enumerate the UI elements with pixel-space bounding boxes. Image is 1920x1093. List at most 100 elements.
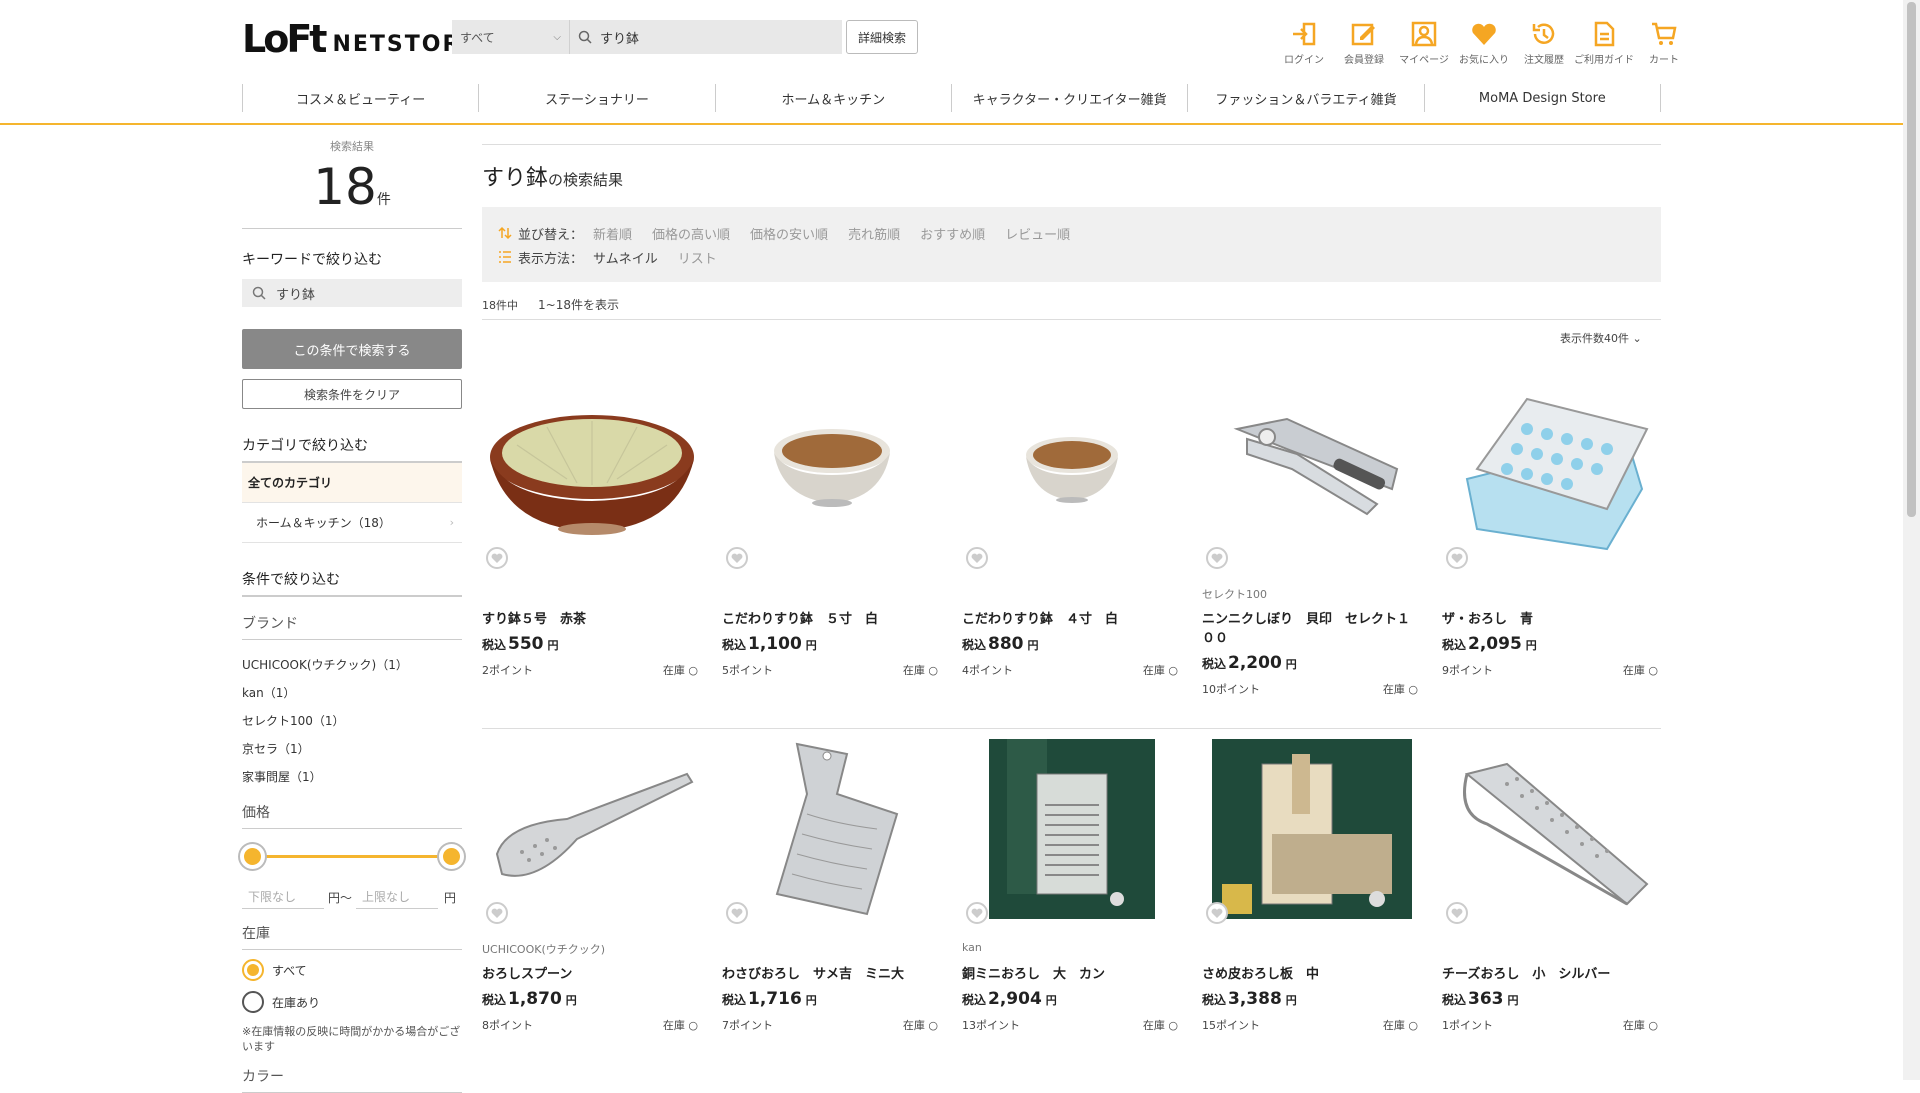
tax-label: 税込 xyxy=(482,993,507,1007)
wasabi-grater-image xyxy=(775,742,899,916)
product-image[interactable] xyxy=(1442,729,1662,929)
favorite-button[interactable] xyxy=(1446,902,1468,924)
nav-character[interactable]: キャラクター・クリエイター雑貨 xyxy=(952,84,1189,112)
price-value: 363 xyxy=(1468,989,1504,1009)
product-image[interactable] xyxy=(962,729,1182,929)
per-page-select[interactable]: 表示件数40件 ⌄ xyxy=(1560,330,1642,346)
search-input[interactable]: すり鉢 xyxy=(570,20,842,54)
site-logo[interactable]: LoFt NETSTORE xyxy=(242,20,478,58)
product-image[interactable] xyxy=(722,374,942,574)
sort-price-high[interactable]: 価格の高い順 xyxy=(652,224,730,243)
sort-recommended[interactable]: おすすめ順 xyxy=(920,224,985,243)
price-min-handle[interactable] xyxy=(240,844,265,869)
sort-newest[interactable]: 新着順 xyxy=(593,224,632,243)
sort-price-low[interactable]: 価格の安い順 xyxy=(750,224,828,243)
guide-link[interactable]: ご利用ガイド xyxy=(1574,20,1634,66)
product-points: 13ポイント xyxy=(962,1019,1020,1032)
product-image[interactable] xyxy=(1202,374,1422,574)
order-history-link[interactable]: 注文履歴 xyxy=(1514,20,1574,66)
product-image[interactable] xyxy=(482,374,702,574)
product-image[interactable] xyxy=(1202,729,1422,929)
brand-option[interactable]: セレクト100（1） xyxy=(242,706,462,734)
product-card[interactable]: チーズおろし 小 シルバー 税込 363 円 1ポイント 在庫 ○ xyxy=(1442,729,1662,1073)
product-card[interactable]: UCHICOOK(ウチクック) おろしスプーン 税込 1,870 円 8ポイント 在庫… xyxy=(482,729,702,1073)
product-name[interactable]: さめ皮おろし板 中 xyxy=(1202,963,1422,982)
tax-label: 税込 xyxy=(1442,638,1467,652)
filter-search-button[interactable]: この条件で検索する xyxy=(242,329,462,369)
category-all[interactable]: 全てのカテゴリ xyxy=(242,463,462,503)
history-icon xyxy=(1532,23,1555,44)
price-min-input[interactable]: 下限なし xyxy=(242,885,324,909)
mypage-link[interactable]: マイページ xyxy=(1394,20,1454,66)
login-label: ログイン xyxy=(1284,55,1324,66)
favorite-button[interactable] xyxy=(726,547,748,569)
product-card[interactable]: すり鉢５号 赤茶 税込 550 円 2ポイント 在庫 ○ xyxy=(482,374,702,719)
brand-option[interactable]: UCHICOOK(ウチクック)（1） xyxy=(242,650,462,678)
nav-cosme[interactable]: コスメ＆ビューティー xyxy=(243,84,480,112)
register-link[interactable]: 会員登録 xyxy=(1334,20,1394,66)
product-name[interactable]: ザ・おろし 青 xyxy=(1442,608,1662,627)
search-category-select[interactable]: すべて ⌵ xyxy=(452,20,570,54)
nav-moma[interactable]: MoMA Design Store xyxy=(1425,84,1661,112)
product-image[interactable] xyxy=(722,729,942,929)
stock-status: 在庫 ○ xyxy=(1382,1019,1418,1032)
keyword-input[interactable]: すり鉢 xyxy=(242,279,462,307)
favorite-button[interactable] xyxy=(966,902,988,924)
product-card[interactable]: さめ皮おろし板 中 税込 3,388 円 15ポイント 在庫 ○ xyxy=(1202,729,1422,1073)
product-card[interactable]: ザ・おろし 青 税込 2,095 円 9ポイント 在庫 ○ xyxy=(1442,374,1662,719)
product-card[interactable]: kan 銅ミニおろし 大 カン 税込 2,904 円 13ポイント 在庫 ○ xyxy=(962,729,1182,1073)
product-image[interactable] xyxy=(962,374,1182,574)
product-name[interactable]: こだわりすり鉢 ４寸 白 xyxy=(962,608,1182,627)
result-label: 検索結果 xyxy=(330,140,374,153)
stock-all-radio[interactable]: すべて xyxy=(242,954,462,986)
product-name[interactable]: わさびおろし サメ吉 ミニ大 xyxy=(722,963,942,982)
product-image[interactable] xyxy=(1442,374,1662,574)
login-link[interactable]: ログイン xyxy=(1274,20,1334,66)
product-image[interactable] xyxy=(482,729,702,929)
favorite-button[interactable] xyxy=(486,547,508,569)
sort-best-selling[interactable]: 売れ筋順 xyxy=(848,224,900,243)
product-name[interactable]: こだわりすり鉢 ５寸 白 xyxy=(722,608,942,627)
product-card[interactable]: こだわりすり鉢 ５寸 白 税込 1,100 円 5ポイント 在庫 ○ xyxy=(722,374,942,719)
brand-filter-title: ブランド xyxy=(242,613,462,640)
nav-stationery[interactable]: ステーショナリー xyxy=(479,84,716,112)
category-home-kitchen[interactable]: ホーム＆キッチン（18） › xyxy=(242,503,462,543)
product-meta: 7ポイント 在庫 ○ xyxy=(722,1017,942,1033)
tax-label: 税込 xyxy=(962,638,987,652)
favorites-link[interactable]: お気に入り xyxy=(1454,20,1514,66)
price-max-handle[interactable] xyxy=(439,844,464,869)
favorite-button[interactable] xyxy=(1446,547,1468,569)
favorite-button[interactable] xyxy=(1206,902,1228,924)
product-card[interactable]: こだわりすり鉢 ４寸 白 税込 880 円 4ポイント 在庫 ○ xyxy=(962,374,1182,719)
sort-review[interactable]: レビュー順 xyxy=(1005,224,1070,243)
detail-search-button[interactable]: 詳細検索 xyxy=(846,20,918,54)
page-scrollbar[interactable] xyxy=(1903,0,1920,1080)
view-thumbnail[interactable]: サムネイル xyxy=(593,248,658,267)
product-name[interactable]: 銅ミニおろし 大 カン xyxy=(962,963,1182,982)
product-name[interactable]: おろしスプーン xyxy=(482,963,702,982)
cart-label: カート xyxy=(1649,55,1679,66)
brand-option[interactable]: kan（1） xyxy=(242,678,462,706)
cart-link[interactable]: カート xyxy=(1634,20,1694,66)
nav-home-kitchen[interactable]: ホーム＆キッチン xyxy=(716,84,952,112)
title-query: すり鉢 xyxy=(482,166,549,191)
product-name[interactable]: すり鉢５号 赤茶 xyxy=(482,608,702,627)
favorite-button[interactable] xyxy=(966,547,988,569)
price-slider[interactable] xyxy=(240,841,464,871)
view-list[interactable]: リスト xyxy=(678,248,717,267)
product-card[interactable]: わさびおろし サメ吉 ミニ大 税込 1,716 円 7ポイント 在庫 ○ xyxy=(722,729,942,1073)
favorite-button[interactable] xyxy=(1206,547,1228,569)
product-name[interactable]: ニンニクしぼり 貝印 セレクト１００ xyxy=(1202,608,1422,646)
clear-filter-button[interactable]: 検索条件をクリア xyxy=(242,379,462,409)
nav-fashion[interactable]: ファッション＆バラエティ雑貨 xyxy=(1188,84,1425,112)
tax-label: 税込 xyxy=(1202,657,1227,671)
stock-in-radio[interactable]: 在庫あり xyxy=(242,986,462,1018)
price-max-input[interactable]: 上限なし xyxy=(356,885,439,909)
favorite-button[interactable] xyxy=(726,902,748,924)
scrollbar-thumb[interactable] xyxy=(1907,2,1916,517)
favorite-button[interactable] xyxy=(486,902,508,924)
brand-option[interactable]: 京セラ（1） xyxy=(242,734,462,762)
product-name[interactable]: チーズおろし 小 シルバー xyxy=(1442,963,1662,982)
product-card[interactable]: セレクト100 ニンニクしぼり 貝印 セレクト１００ 税込 2,200 円 10ポイ… xyxy=(1202,374,1422,719)
brand-option[interactable]: 家事問屋（1） xyxy=(242,762,462,790)
